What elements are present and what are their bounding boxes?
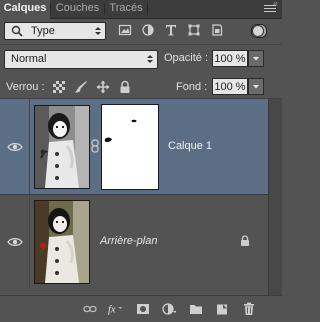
tab-calques[interactable]: Calques	[0, 0, 50, 19]
delete-layer-trash-icon[interactable]	[242, 302, 256, 316]
layer-lock-icon	[241, 235, 249, 246]
blend-mode-dropdown[interactable]: Normal	[4, 50, 158, 69]
panel-tab-bar: Calques Couches Tracés «	[0, 0, 282, 19]
layer-name[interactable]: Arrière-plan	[100, 235, 157, 247]
svg-text:fx: fx	[108, 305, 116, 316]
lock-all-icon[interactable]	[118, 80, 132, 94]
shape-filter-icon[interactable]	[187, 23, 201, 37]
filter-toggle-knob	[252, 25, 264, 37]
chevron-down-icon	[253, 57, 259, 61]
new-layer-icon[interactable]	[215, 302, 229, 316]
column-divider	[29, 195, 30, 289]
layers-list: Calque 1 Arrière-plan	[0, 99, 282, 295]
fill-label: Fond :	[176, 81, 208, 93]
layer-thumbnail[interactable]	[34, 105, 90, 189]
lock-pixels-brush-icon[interactable]	[74, 80, 88, 94]
lock-transparency-icon[interactable]	[52, 80, 66, 94]
new-group-folder-icon[interactable]	[189, 302, 203, 316]
tab-couches[interactable]: Couches	[51, 0, 104, 18]
pierrot-photo-color	[35, 201, 89, 283]
blend-mode-value: Normal	[11, 53, 47, 65]
visibility-eye-icon[interactable]	[7, 237, 23, 247]
adjustment-filter-icon[interactable]	[141, 23, 155, 37]
layer-name[interactable]: Calque 1	[168, 140, 212, 152]
opacity-input[interactable]: 100 %	[212, 50, 248, 67]
layer-mask-thumbnail[interactable]	[102, 105, 158, 189]
pierrot-photo-bw	[35, 106, 89, 188]
mask-content	[104, 119, 137, 142]
layer-style-fx-icon[interactable]: fx	[108, 302, 122, 316]
layers-scrollbar[interactable]	[268, 99, 282, 295]
visibility-eye-icon[interactable]	[7, 142, 23, 152]
filter-toggle[interactable]	[251, 24, 267, 38]
search-icon	[11, 25, 23, 37]
fill-slider-button[interactable]	[248, 78, 264, 95]
layer-row-arriere-plan[interactable]: Arrière-plan	[0, 195, 268, 289]
lock-position-move-icon[interactable]	[96, 80, 110, 94]
link-layers-icon[interactable]	[83, 302, 97, 316]
layer-thumbnail[interactable]	[34, 200, 90, 284]
chevron-down-icon	[253, 85, 259, 89]
mask-link-chain-icon[interactable]	[91, 139, 99, 153]
opacity-label: Opacité :	[164, 52, 209, 64]
layer-filter-dropdown[interactable]: Type	[4, 22, 106, 40]
opacity-slider-button[interactable]	[248, 50, 264, 67]
add-mask-icon[interactable]	[136, 302, 150, 316]
dropdown-arrows-icon	[95, 27, 101, 35]
smart-object-filter-icon[interactable]	[210, 23, 224, 37]
tab-traces[interactable]: Tracés	[105, 0, 147, 18]
layers-panel: Calques Couches Tracés « Type Normal Opa…	[0, 0, 282, 322]
panel-menu-icon[interactable]	[264, 3, 276, 15]
dropdown-arrows-icon	[147, 55, 153, 63]
filter-type-label: Type	[31, 25, 55, 37]
text-filter-icon[interactable]	[164, 23, 178, 37]
image-filter-icon[interactable]	[118, 23, 132, 37]
divider	[0, 44, 282, 45]
new-adjustment-layer-icon[interactable]	[162, 302, 176, 316]
lock-label: Verrou :	[6, 81, 45, 93]
layers-toolbar: fx	[0, 295, 282, 322]
layer-row-calque-1[interactable]: Calque 1	[0, 99, 268, 194]
tab-divider	[147, 3, 148, 15]
fill-input[interactable]: 100 %	[212, 78, 248, 95]
column-divider	[29, 99, 30, 194]
